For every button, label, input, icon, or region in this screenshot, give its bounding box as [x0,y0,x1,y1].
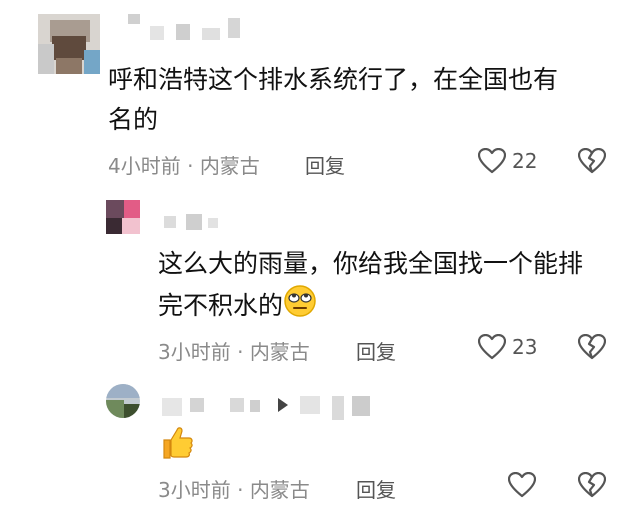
avatar[interactable] [38,14,100,74]
comment-text [158,424,198,464]
timestamp: 3小时前 [158,340,231,364]
comment-text-line: 名的 [108,105,159,134]
broken-heart-outline-icon [577,471,607,498]
avatar-pixel [106,384,140,398]
separator-dot: · [237,340,244,364]
avatar-pixel [106,400,124,418]
avatar-pixel [52,36,86,60]
like-button[interactable]: 22 [478,148,537,174]
avatar-pixel [38,44,54,74]
heart-outline-icon [478,148,506,174]
dislike-button[interactable] [577,147,607,178]
username-blurred[interactable] [160,212,240,232]
location: 内蒙古 [249,478,310,502]
reply-button[interactable]: 回复 [305,150,345,179]
like-button[interactable]: 23 [478,334,537,360]
broken-heart-outline-icon [577,147,607,174]
comment-text: 呼和浩特这个排水系统行了，在全国也有 名的 [108,60,608,140]
username-blurred[interactable] [160,394,375,420]
dislike-button[interactable] [577,333,607,364]
comment-text-line: 完不积水的 [158,291,284,320]
reply-button[interactable]: 回复 [356,474,396,503]
comment-text-line: 呼和浩特这个排水系统行了，在全国也有 [108,65,559,94]
avatar[interactable] [106,200,140,234]
like-button[interactable] [508,472,536,498]
comment-meta: 4小时前 · 内蒙古 [108,150,260,179]
comment-meta: 3小时前 · 内蒙古 [158,336,310,365]
location: 内蒙古 [249,340,310,364]
separator-dot: · [237,478,244,502]
like-count: 23 [512,335,538,359]
heart-outline-icon [508,472,536,498]
avatar-pixel [124,200,140,218]
avatar-pixel [56,58,82,74]
comment-meta: 3小时前 · 内蒙古 [158,474,310,503]
separator-dot: · [187,154,194,178]
rolling-eyes-emoji [284,285,316,317]
avatar-pixel [106,200,124,218]
username-blurred[interactable] [120,14,260,44]
thumbs-up-emoji [163,427,193,459]
like-count: 22 [512,149,538,173]
timestamp: 4小时前 [108,154,181,178]
avatar-pixel [106,218,122,234]
avatar[interactable] [106,384,140,418]
avatar-pixel [84,50,100,74]
reply-button[interactable]: 回复 [356,336,396,365]
heart-outline-icon [478,334,506,360]
broken-heart-outline-icon [577,333,607,360]
dislike-button[interactable] [577,471,607,502]
avatar-pixel [124,404,140,418]
comment-text-line-2: 完不积水的 [158,284,618,326]
location: 内蒙古 [199,154,260,178]
comment-text: 这么大的雨量，你给我全国找一个能排 完不积水的 [158,244,618,326]
comment-text-line: 这么大的雨量，你给我全国找一个能排 [158,249,584,278]
timestamp: 3小时前 [158,478,231,502]
